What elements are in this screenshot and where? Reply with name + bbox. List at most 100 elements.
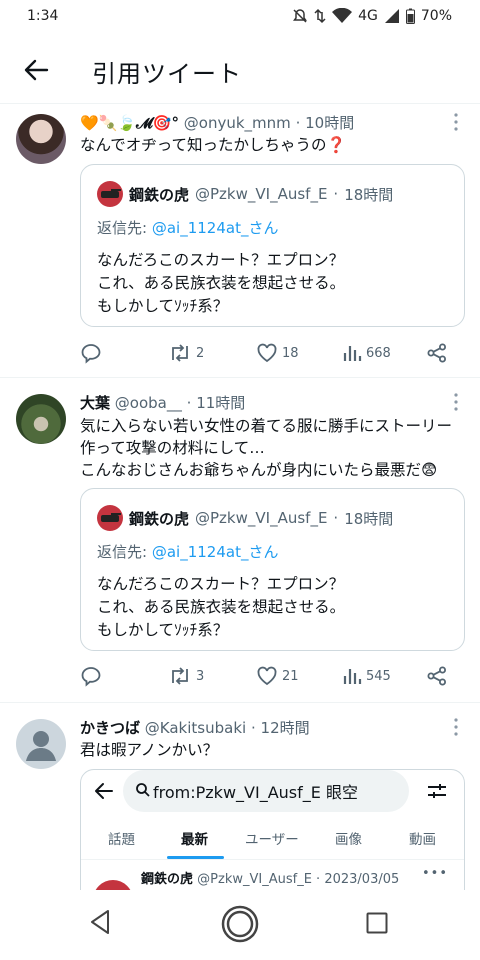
like-count: 18	[282, 345, 299, 361]
tweet[interactable]: 🧡🍡🍃𝓜🎯° @onyuk_mnm · 10時間 なんでオヂって知ったかしちゃう…	[0, 104, 480, 378]
nav-home-icon[interactable]	[220, 904, 260, 944]
tab-top: 話題	[108, 832, 135, 848]
quoted-tweet-header: 鋼鉄の虎 @Pzkw_VI_Ausf_E · 18時間	[97, 505, 393, 531]
heart-icon	[257, 666, 277, 686]
quoted-timestamp: 18時間	[344, 509, 394, 528]
separator: ·	[333, 509, 339, 527]
quoted-tweet[interactable]: 鋼鉄の虎 @Pzkw_VI_Ausf_E · 18時間 返信先: @ai_112…	[80, 488, 465, 651]
views-button[interactable]: 668	[342, 342, 391, 364]
search-icon	[136, 783, 150, 797]
screenshot-avatar	[93, 880, 133, 890]
quoted-tweet[interactable]: 鋼鉄の虎 @Pzkw_VI_Ausf_E · 18時間 返信先: @ai_112…	[80, 164, 465, 327]
attached-screenshot[interactable]: from:Pzkw_VI_Ausf_E 眼空 話題 最新 ユーザー 画像 動画 …	[80, 769, 465, 890]
timestamp[interactable]: 12時間	[261, 719, 310, 737]
tweet-actions: 2 18 668	[80, 342, 460, 366]
avatar-default-icon[interactable]	[16, 719, 66, 769]
views-icon	[343, 669, 362, 684]
page-title: 引用ツイート	[92, 60, 242, 88]
retweet-icon	[172, 344, 188, 362]
quoted-avatar	[97, 181, 123, 207]
view-count: 545	[366, 668, 391, 684]
tweet-text: なんでオヂって知ったかしちゃうの❓	[80, 136, 346, 154]
screenshot-date: 2023/03/05	[324, 872, 400, 887]
tweet-header: 🧡🍡🍃𝓜🎯° @onyuk_mnm · 10時間	[80, 112, 354, 133]
more-options-icon[interactable]	[452, 112, 460, 132]
text-line: なんだろこのスカート？エプロン？	[97, 575, 345, 593]
timestamp[interactable]: 11時間	[196, 394, 245, 412]
text-line: なんだろこのスカート？エプロン？	[97, 251, 345, 269]
heart-icon	[257, 343, 277, 363]
avatar[interactable]	[16, 394, 66, 444]
reply-to-handle: @ai_1124at_さん	[151, 543, 279, 561]
more-options-icon[interactable]	[452, 392, 460, 412]
view-count: 668	[366, 345, 391, 361]
reply-to-label: 返信先:	[97, 543, 148, 561]
like-count: 21	[282, 668, 299, 684]
text-line: 作って攻撃の材料にして…	[80, 439, 265, 457]
text-line: もしかしてｿｯﾁ系？	[97, 297, 229, 315]
tab-videos: 動画	[409, 832, 436, 848]
quote-tweet-list: 🧡🍡🍃𝓜🎯° @onyuk_mnm · 10時間 なんでオヂって知ったかしちゃう…	[0, 104, 480, 890]
tab-latest: 最新	[181, 832, 208, 848]
nav-recents-icon[interactable]	[366, 912, 388, 934]
search-bar: from:Pzkw_VI_Ausf_E 眼空	[123, 770, 409, 812]
reply-to-handle: @ai_1124at_さん	[151, 219, 279, 237]
tab-images: 画像	[335, 832, 362, 848]
separator: ·	[295, 114, 301, 132]
back-arrow-icon	[95, 783, 113, 799]
more-options-icon: •••	[421, 866, 448, 881]
quoted-tweet-text: なんだろこのスカート？エプロン？ これ、ある民族衣装を想起させる。 もしかしてｿ…	[97, 249, 345, 318]
views-icon	[343, 346, 362, 361]
reply-to-label: 返信先:	[97, 219, 148, 237]
mute-icon	[293, 9, 308, 23]
screenshot-tweet-header: 鋼鉄の虎 @Pzkw_VI_Ausf_E · 2023/03/05	[141, 868, 399, 887]
more-options-icon[interactable]	[452, 717, 460, 737]
quoted-tweet-text: なんだろこのスカート？エプロン？ これ、ある民族衣装を想起させる。 もしかしてｿ…	[97, 573, 345, 642]
signal-icon	[384, 9, 399, 23]
share-button[interactable]	[426, 342, 448, 364]
timestamp[interactable]: 10時間	[305, 114, 354, 132]
quoted-timestamp: 18時間	[344, 185, 394, 204]
retweet-button[interactable]: 2	[168, 342, 204, 364]
tweet-text: 君は暇アノンかい？	[80, 741, 219, 759]
screenshot-handle: @Pzkw_VI_Ausf_E	[197, 872, 312, 887]
separator: ·	[333, 185, 339, 203]
quoted-avatar	[97, 505, 123, 531]
tweet[interactable]: かきつば @Kakitsubaki · 12時間 君は暇アノンかい？ from:…	[0, 703, 480, 890]
quoted-display-name: 鋼鉄の虎	[129, 185, 190, 204]
reply-button[interactable]	[80, 342, 102, 364]
reply-button[interactable]	[80, 665, 102, 687]
status-icons: 4G 70%	[292, 8, 452, 24]
retweet-button[interactable]: 3	[168, 665, 204, 687]
handle[interactable]: @ooba__	[115, 394, 182, 412]
reply-to: 返信先: @ai_1124at_さん	[97, 541, 278, 562]
share-icon	[427, 666, 446, 686]
display-name[interactable]: 大葉	[80, 394, 110, 412]
active-tab-indicator	[167, 856, 224, 859]
retweet-icon	[172, 667, 188, 685]
reply-to: 返信先: @ai_1124at_さん	[97, 217, 278, 238]
separator: ·	[250, 719, 256, 737]
system-navigation-bar	[0, 890, 480, 960]
display-name[interactable]: 🧡🍡🍃𝓜🎯°	[80, 114, 179, 132]
like-button[interactable]: 21	[256, 665, 299, 687]
app-bar: 引用ツイート	[0, 34, 480, 104]
handle[interactable]: @onyuk_mnm	[184, 114, 291, 132]
text-line: もしかしてｿｯﾁ系？	[97, 621, 229, 639]
tweet[interactable]: 大葉 @ooba__ · 11時間 気に入らない若い女性の着てる服に勝手にストー…	[0, 378, 480, 703]
back-arrow-icon[interactable]	[20, 54, 52, 86]
avatar[interactable]	[16, 114, 66, 164]
data-transfer-icon	[314, 8, 326, 24]
battery-level: 70%	[420, 8, 452, 24]
handle[interactable]: @Kakitsubaki	[145, 719, 246, 737]
text-line: こんなおじさんお爺ちゃんが身内にいたら最悪だ😨	[80, 461, 438, 479]
nav-back-icon[interactable]	[88, 908, 112, 936]
share-button[interactable]	[426, 665, 448, 687]
screenshot-display-name: 鋼鉄の虎	[141, 872, 194, 887]
views-button[interactable]: 545	[342, 665, 391, 687]
quoted-display-name: 鋼鉄の虎	[129, 509, 190, 528]
tweet-header: 大葉 @ooba__ · 11時間	[80, 392, 245, 413]
display-name[interactable]: かきつば	[80, 719, 140, 737]
like-button[interactable]: 18	[256, 342, 299, 364]
tweet-header: かきつば @Kakitsubaki · 12時間	[80, 717, 310, 738]
